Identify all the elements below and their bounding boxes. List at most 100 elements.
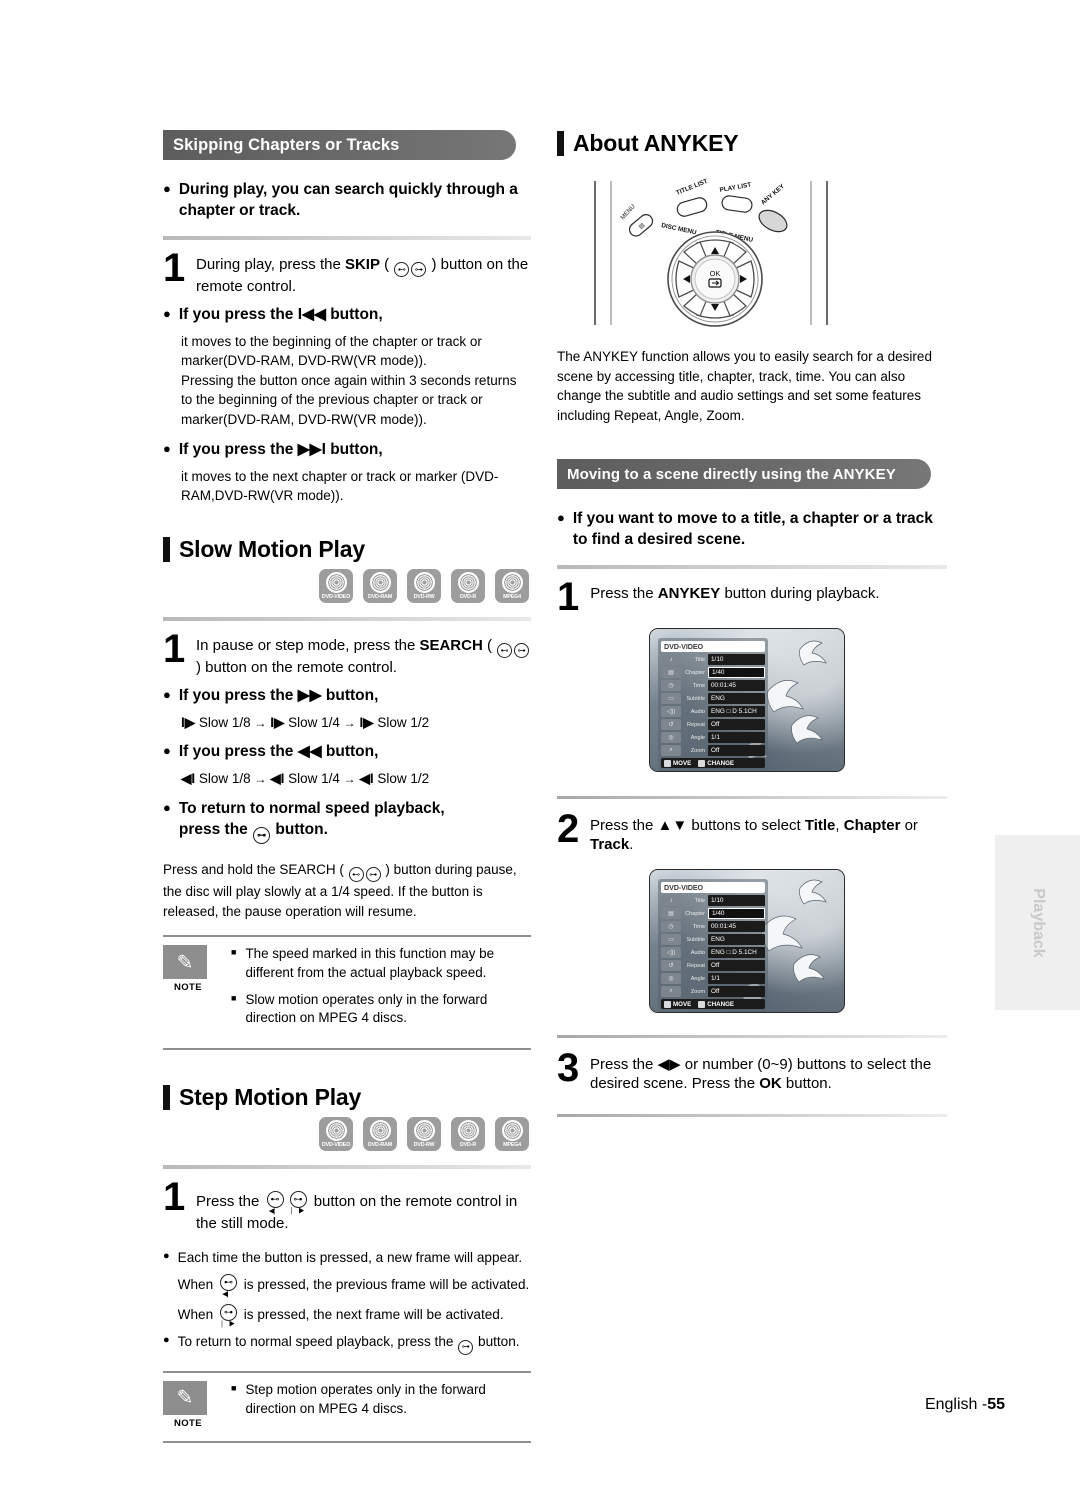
osd-row-angle: ◎ Angle 1/1 xyxy=(661,973,765,985)
osd-row-name: Title xyxy=(694,897,705,904)
leftright-key-icon xyxy=(698,1000,706,1008)
step-text-bold: SKIP xyxy=(344,255,380,273)
angle-icon: ◎ xyxy=(661,732,681,744)
banner-label: Skipping Chapters or Tracks xyxy=(173,135,400,154)
disc-icon-dvd-video: DVD-VIDEO xyxy=(319,1117,353,1152)
slow-fwd-glyph-icon: I▶ xyxy=(359,714,374,730)
osd-row-name: Audio xyxy=(690,949,705,956)
about-anykey-paragraph: The ANYKEY function allows you to easily… xyxy=(557,349,932,423)
section-banner-moving: Moving to a scene directly using the ANY… xyxy=(557,459,947,495)
slow-fwd-glyph-icon: I▶ xyxy=(181,714,196,730)
disc-ring-icon xyxy=(457,1120,479,1142)
slow-motion-disc-icons: DVD-VIDEO DVD-RAM DVD-RW DVD-R MPEG4 xyxy=(163,568,531,603)
osd-footer: MOVE CHANGE xyxy=(661,758,765,769)
press-prev-heading-text: If you press the I◀◀ button, xyxy=(179,305,383,326)
note-list: ■ Step motion operates only in the forwar… xyxy=(231,1381,531,1429)
return-line2-before: press the xyxy=(178,820,253,838)
osd-row-value: 1/1 xyxy=(708,732,765,744)
step-text: Press the ⊷ ◀⎸ ⊶ ⎸▶ button on the remote co… xyxy=(196,1181,531,1234)
leftright-arrows-icon: ◀▶ xyxy=(657,1055,681,1073)
remote-control-diagram: ▤ MENU TITLE LIST PLAY LIST ANY KEY DISC… xyxy=(587,173,843,333)
bullet-dot-icon: ● xyxy=(163,1334,170,1347)
slow-motion-step-1: 1 In pause or step mode, press the SEARC… xyxy=(163,626,531,678)
step-motion-disc-icons: DVD-VIDEO DVD-RAM DVD-RW DVD-R MPEG4 xyxy=(163,1117,531,1152)
heading-bar-icon xyxy=(163,536,170,562)
step-text: During play, press the SKIP ( ⊷ ⊶ ) butto… xyxy=(196,252,531,297)
step-back-key-icon: ⊷ xyxy=(219,1274,237,1292)
osd-row-name: Zoom xyxy=(690,747,705,754)
square-bullet-icon: ■ xyxy=(231,947,237,958)
osd-panel: DVD-VIDEO ♪ Title 1/10 ▤ Chapter 1/40 ◷ Time 0… xyxy=(658,637,768,771)
step-number: 2 xyxy=(557,806,580,851)
slow-speed-1: Slow 1/8 xyxy=(198,714,251,730)
remote-label-play-list: PLAY LIST xyxy=(719,182,752,194)
slow-forward-heading-text: If you press the ▶▶ button, xyxy=(179,686,379,707)
slow-rev-glyph-icon: ◀I xyxy=(270,771,285,787)
osd-row-name: Subtitle xyxy=(686,936,705,943)
step-back-key-wrap: ⊷ ◀⎸ xyxy=(266,1184,285,1215)
arrow-right-icon: → xyxy=(343,772,356,787)
osd-row-name: Chapter xyxy=(685,910,705,917)
step-text-mid: ( xyxy=(379,255,394,273)
sm-when2-post: is pressed, the next frame will be activ… xyxy=(239,1307,504,1323)
osd-row-zoom: ⌕ Zoom Off xyxy=(661,745,765,757)
step-number: 1 xyxy=(557,575,580,620)
step-number: 1 xyxy=(163,626,186,671)
title-icon: ♪ xyxy=(661,654,681,666)
step-bold-track: Track xyxy=(590,836,630,854)
step-text-before: Press the xyxy=(590,585,658,603)
slow-rev-glyph-icon: ◀I xyxy=(181,771,196,787)
slow-speed-3: Slow 1/2 xyxy=(377,714,430,730)
step-bold-chapter: Chapter xyxy=(843,816,901,834)
disc-ring-icon xyxy=(369,571,391,593)
step-comma: , xyxy=(835,816,844,834)
sm-b2-pre: To return to normal speed playback, pres… xyxy=(177,1334,458,1350)
return-line2-after: button. xyxy=(271,820,328,838)
divider xyxy=(557,1034,947,1038)
slow-speed-2: Slow 1/4 xyxy=(288,714,340,730)
next-head-after: button, xyxy=(325,440,383,458)
slow-reverse-heading: ● If you press the ◀◀ button, xyxy=(163,742,531,763)
osd-row-title: ♪ Title 1/10 xyxy=(661,895,765,907)
updown-arrows-icon: ▲▼ xyxy=(657,816,688,834)
disc-label: MPEG4 xyxy=(503,1142,521,1149)
step-text-bold: SEARCH xyxy=(419,636,483,654)
clock-icon: ◷ xyxy=(661,921,681,933)
step-back-key-icon: ⊷ xyxy=(266,1191,284,1209)
step-fwd-key-wrap: ⊶ ⎸▶ xyxy=(219,1297,238,1328)
slow-motion-heading: Slow Motion Play xyxy=(163,536,531,563)
note-inner: ✎ NOTE ■ The speed marked in this functio… xyxy=(163,937,531,1038)
disc-icon-dvd-r: DVD-R xyxy=(451,1117,485,1152)
banner-pill: Moving to a scene directly using the ANY… xyxy=(557,459,932,490)
step-motion-bullet-1-text: Each time the button is pressed, a new f… xyxy=(178,1248,530,1329)
step-text-before: Press the xyxy=(196,1193,264,1211)
pencil-icon: ✎ xyxy=(163,1380,207,1415)
slow-motion-note-box: ✎ NOTE ■ The speed marked in this functio… xyxy=(163,935,531,1051)
about-anykey-heading: About ANYKEY xyxy=(557,130,947,157)
osd-screenshot-2: DVD-VIDEO ♪ Title 1/10 ▤ Chapter 1/40 ◷ Time 0… xyxy=(649,868,845,1013)
step-motion-note-box: ✎ NOTE ■ Step motion operates only in the… xyxy=(163,1370,531,1443)
step-motion-heading: Step Motion Play xyxy=(163,1084,531,1111)
step-text-after: ) button on the remote control. xyxy=(196,659,397,677)
disc-label: DVD-R xyxy=(459,593,477,600)
osd-move-label: MOVE xyxy=(673,1000,692,1008)
note-item: ■ The speed marked in this function may b… xyxy=(231,945,531,983)
slow-speed-2: Slow 1/4 xyxy=(288,771,340,787)
pencil-icon: ✎ xyxy=(163,945,207,980)
disc-label: DVD-VIDEO xyxy=(321,1142,351,1149)
return-normal-text: To return to normal speed playback, pres… xyxy=(179,799,445,844)
zoom-icon: ⌕ xyxy=(661,986,681,998)
osd-change-hint: CHANGE xyxy=(698,1000,735,1008)
bullet-dot-icon: ● xyxy=(163,743,171,759)
angle-icon: ◎ xyxy=(661,973,681,985)
slow-speed-3: Slow 1/2 xyxy=(377,771,430,787)
bullet-dot-icon: ● xyxy=(163,181,171,196)
moving-bullet: ● If you want to move to a title, a chap… xyxy=(557,509,947,551)
osd-row-name: Angle xyxy=(690,975,705,982)
osd-change-label: CHANGE xyxy=(707,1000,735,1008)
slow-rev-glyph-icon: ◀I xyxy=(359,771,374,787)
osd-row-chapter: ▤ Chapter 1/40 xyxy=(661,908,765,920)
note-item: ■ Slow motion operates only in the forwar… xyxy=(231,991,531,1029)
disc-icon-dvd-r: DVD-R xyxy=(451,568,485,603)
disc-ring-icon xyxy=(325,1120,347,1142)
